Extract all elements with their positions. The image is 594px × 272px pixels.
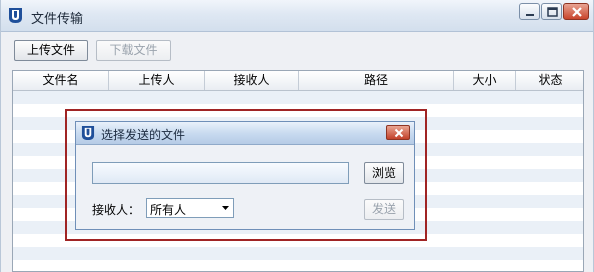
column-header-uploader[interactable]: 上传人 — [109, 71, 205, 90]
upload-file-button[interactable]: 上传文件 — [14, 40, 88, 61]
column-header-recipient[interactable]: 接收人 — [205, 71, 299, 90]
browse-button[interactable]: 浏览 — [364, 162, 404, 184]
close-icon — [394, 128, 404, 138]
recipient-label: 接收人： — [92, 203, 141, 217]
close-button[interactable] — [563, 3, 589, 20]
window-title: 文件传输 — [31, 12, 84, 27]
table-row — [13, 247, 583, 260]
recipient-selected-value: 所有人 — [150, 203, 187, 217]
file-transfer-window: 文件传输 上传文件 下载文件 文件名 上传人 接收人 路径 大小 状态 选择发送… — [0, 0, 594, 272]
maximize-button[interactable] — [541, 3, 562, 20]
app-logo-icon — [81, 126, 95, 140]
minimize-button[interactable] — [519, 3, 540, 20]
column-header-status[interactable]: 状态 — [516, 71, 583, 90]
column-header-path[interactable]: 路径 — [299, 71, 454, 90]
column-header-filename[interactable]: 文件名 — [13, 71, 109, 90]
dialog-close-button[interactable] — [386, 125, 410, 140]
dialog-title-bar: 选择发送的文件 — [76, 122, 414, 145]
app-logo-icon — [9, 8, 22, 23]
file-path-input[interactable] — [92, 162, 349, 184]
close-icon — [572, 7, 582, 17]
send-button[interactable]: 发送 — [364, 199, 404, 220]
select-file-dialog: 选择发送的文件 浏览 接收人： 所有人 发送 — [75, 121, 415, 230]
table-header: 文件名 上传人 接收人 路径 大小 状态 — [13, 71, 583, 91]
minimize-icon — [526, 14, 534, 16]
column-header-size[interactable]: 大小 — [454, 71, 516, 90]
table-row — [13, 91, 583, 104]
recipient-select[interactable]: 所有人 — [146, 198, 234, 218]
chevron-down-icon — [222, 206, 229, 210]
download-file-button[interactable]: 下载文件 — [96, 40, 171, 61]
dialog-title: 选择发送的文件 — [101, 128, 186, 142]
title-bar: 文件传输 — [1, 0, 593, 32]
maximize-icon — [547, 7, 558, 17]
